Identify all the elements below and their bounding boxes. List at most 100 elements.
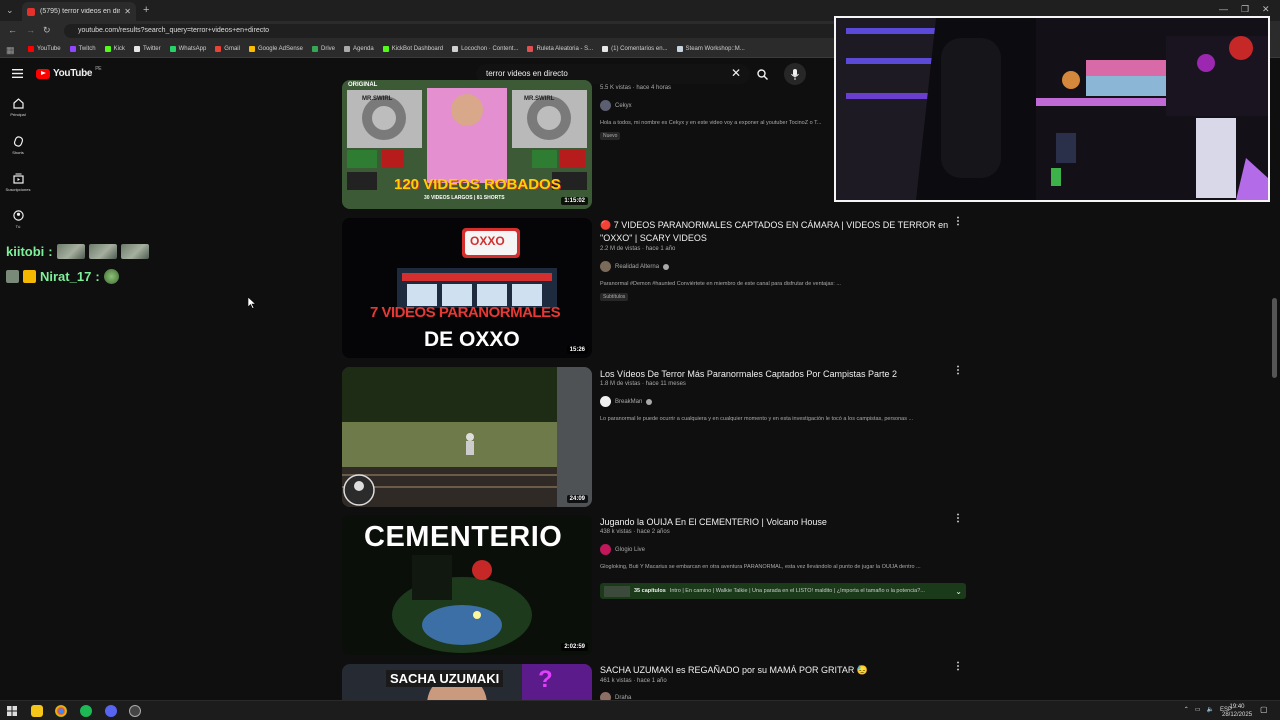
obs-icon[interactable] (129, 705, 141, 717)
new-tab-icon[interactable]: + (143, 4, 149, 16)
bookmark-label: Google AdSense (257, 46, 304, 52)
video-meta: 438 k vistas · hace 2 años (600, 529, 670, 535)
chat-message: Nirat_17 : (6, 269, 119, 284)
chat-username: Nirat_17 (40, 269, 92, 284)
video-thumbnail[interactable]: OXXO 7 VIDEOS PARANORMALES DE OXXO 15:26 (342, 218, 592, 358)
chapters-list: Intro | En camino | Walkie Talkie | Una … (669, 588, 925, 594)
search-button[interactable] (750, 64, 774, 84)
minimize-icon[interactable]: — (1219, 4, 1228, 14)
chapter-thumbnail (604, 585, 630, 597)
voice-search-button[interactable] (784, 63, 806, 85)
emote-icon (103, 269, 119, 284)
chat-separator: : (95, 269, 100, 284)
taskbar: ⌃ ▭ 🔈 ESP 19:40 28/12/2025 ▢ (0, 700, 1280, 720)
back-icon[interactable]: ← (8, 25, 17, 35)
rail-item-home[interactable]: Principal (0, 98, 36, 117)
channel-name: Glogio Live (615, 546, 646, 553)
restore-icon[interactable]: ❐ (1241, 4, 1249, 15)
channel-link[interactable]: Realidad Alterna (600, 261, 670, 272)
clock[interactable]: 19:40 28/12/2025 (1222, 703, 1252, 719)
bookmark-item[interactable]: Kick (104, 46, 125, 52)
video-thumbnail[interactable]: 120 VIDEOS ROBADOS 30 VIDEOS LARGOS | 81… (342, 80, 592, 209)
bookmark-favicon-icon (133, 46, 140, 52)
bookmark-item[interactable]: (1) Comentarios en... (602, 46, 668, 52)
clear-search-icon[interactable]: ✕ (731, 66, 741, 80)
bookmark-item[interactable]: YouTube (28, 46, 61, 52)
more-actions-icon[interactable]: ⋮ (953, 513, 963, 524)
channel-link[interactable]: Cekyx (600, 100, 632, 111)
bookmark-label: Ruleta Aleatoria - S... (536, 46, 594, 52)
discord-icon[interactable] (105, 705, 117, 717)
channel-link[interactable]: Glogio Live (600, 544, 645, 555)
more-actions-icon[interactable]: ⋮ (953, 661, 963, 672)
video-title[interactable]: Los Vídeos De Terror Más Paranormales Ca… (600, 368, 950, 381)
thumbnail-label: MR.SWIRL (524, 96, 555, 102)
bookmark-item[interactable]: Locochon · Content... (452, 46, 518, 52)
channel-link[interactable]: BreakMan (600, 396, 653, 407)
video-thumbnail[interactable]: SACHA UZUMAKI ? (342, 664, 592, 700)
scrollbar[interactable] (1272, 298, 1277, 378)
bookmark-item[interactable]: Steam Workshop::M... (676, 46, 745, 52)
youtube-favicon-icon (27, 7, 35, 16)
bookmark-item[interactable]: Drive (312, 46, 335, 52)
file-explorer-icon[interactable] (31, 705, 43, 717)
bookmark-item[interactable]: Agenda (344, 46, 374, 52)
apps-icon[interactable]: ▦ (6, 45, 15, 56)
mouse-cursor-icon (248, 297, 256, 309)
browser-tab[interactable]: (5795) terror videos en directo ✕ (22, 2, 136, 21)
network-icon[interactable]: ▭ (1195, 706, 1201, 713)
reload-icon[interactable]: ↻ (43, 25, 51, 36)
subscriptions-icon (12, 173, 24, 184)
bookmark-item[interactable]: Gmail (215, 46, 240, 52)
close-window-icon[interactable]: ✕ (1262, 4, 1270, 15)
video-title[interactable]: 🔴 7 VIDEOS PARANORMALES CAPTADOS EN CÁMA… (600, 219, 950, 245)
bookmark-favicon-icon (69, 46, 76, 52)
youtube-logo[interactable]: YouTube PE (36, 66, 102, 79)
channel-avatar (600, 100, 611, 111)
video-thumbnail[interactable]: 24:09 (342, 367, 592, 507)
rail-item-you[interactable]: Tú (0, 210, 36, 229)
badge-icon (6, 270, 19, 283)
video-thumbnail[interactable]: CEMENTERIO 2:02:59 (342, 515, 592, 655)
spotify-icon[interactable] (80, 705, 92, 717)
rail-label: Shorts (12, 150, 24, 155)
menu-icon[interactable] (12, 69, 23, 78)
rail-item-shorts[interactable]: Shorts (0, 136, 36, 155)
bookmark-label: Twitch (78, 46, 96, 52)
more-actions-icon[interactable]: ⋮ (953, 216, 963, 227)
video-duration: 15:26 (566, 346, 588, 354)
tab-list-icon[interactable]: ⌄ (6, 5, 14, 16)
thumbnail-art (342, 367, 592, 507)
video-title[interactable]: SACHA UZUMAKI es REGAÑADO por su MAMÁ PO… (600, 664, 950, 677)
channel-avatar (600, 396, 611, 407)
bookmark-label: Gmail (224, 46, 240, 52)
rail-item-subscriptions[interactable]: Suscripciones (0, 173, 36, 192)
thumbnail-text: 120 VIDEOS ROBADOS (394, 176, 561, 193)
logo-text: YouTube (53, 68, 93, 79)
url-input[interactable]: youtube.com/results?search_query=terror+… (64, 24, 844, 38)
bookmark-item[interactable]: Google AdSense (248, 46, 304, 52)
video-duration: 24:09 (566, 495, 588, 503)
bookmark-item[interactable]: Ruleta Aleatoria - S... (527, 46, 593, 52)
forward-icon[interactable]: → (26, 25, 35, 35)
notifications-icon[interactable]: ▢ (1260, 705, 1268, 714)
bookmark-favicon-icon (215, 46, 222, 52)
volume-icon[interactable]: 🔈 (1207, 706, 1214, 713)
emote-icon (88, 244, 117, 259)
bookmark-item[interactable]: KickBot Dashboard (382, 46, 443, 52)
video-description: Glogloking, Buti Y Macarius se embarcan … (600, 564, 921, 570)
video-title[interactable]: Jugando la OUIJA En El CEMENTERIO | Volc… (600, 516, 950, 529)
chevron-up-icon[interactable]: ⌃ (1184, 706, 1189, 713)
chrome-icon[interactable] (55, 705, 67, 717)
close-tab-icon[interactable]: ✕ (124, 7, 131, 16)
windows-start-icon[interactable] (7, 706, 17, 716)
thumbnail-text: CEMENTERIO (364, 521, 563, 553)
chevron-down-icon[interactable]: ⌄ (955, 587, 962, 596)
more-actions-icon[interactable]: ⋮ (953, 365, 963, 376)
bookmark-item[interactable]: WhatsApp (169, 46, 206, 52)
chat-message: kiitobi : (6, 244, 149, 259)
chapters-bar[interactable]: 35 capítulos Intro | En camino | Walkie … (600, 583, 966, 599)
bookmark-item[interactable]: Twitch (69, 46, 96, 52)
bookmark-item[interactable]: Twitter (133, 46, 161, 52)
channel-name: Cekyx (615, 102, 632, 109)
